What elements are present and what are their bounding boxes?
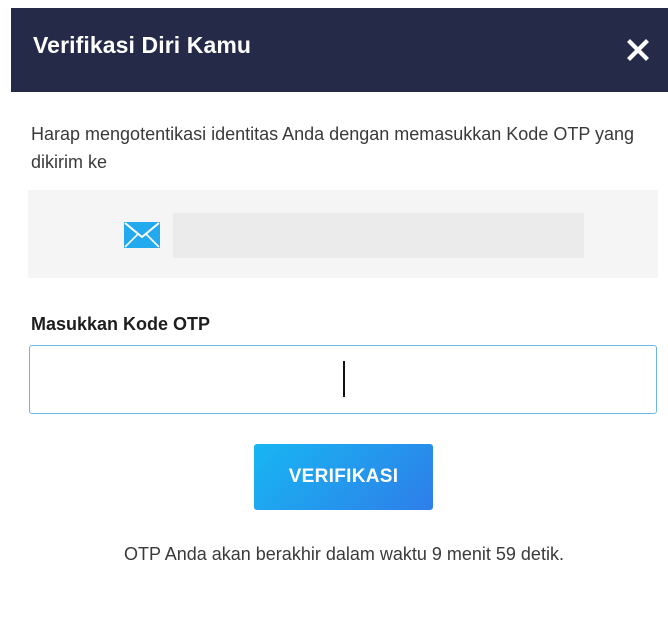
close-icon[interactable]: [624, 36, 652, 64]
otp-label: Masukkan Kode OTP: [31, 314, 211, 334]
otp-verification-modal: Verifikasi Diri Kamu Harap mengotentikas…: [0, 0, 668, 622]
modal-header: Verifikasi Diri Kamu: [11, 8, 668, 92]
verify-button[interactable]: VERIFIKASI: [254, 444, 433, 510]
mail-icon: [124, 222, 160, 248]
recipient-box: [28, 190, 658, 278]
recipient-value: [173, 213, 584, 258]
text-cursor: [343, 361, 345, 397]
instruction-text: Harap mengotentikasi identitas Anda deng…: [31, 124, 635, 172]
modal-title: Verifikasi Diri Kamu: [33, 32, 252, 58]
otp-expiry-text: OTP Anda akan berakhir dalam waktu 9 men…: [124, 544, 564, 564]
close-button[interactable]: [624, 36, 652, 64]
